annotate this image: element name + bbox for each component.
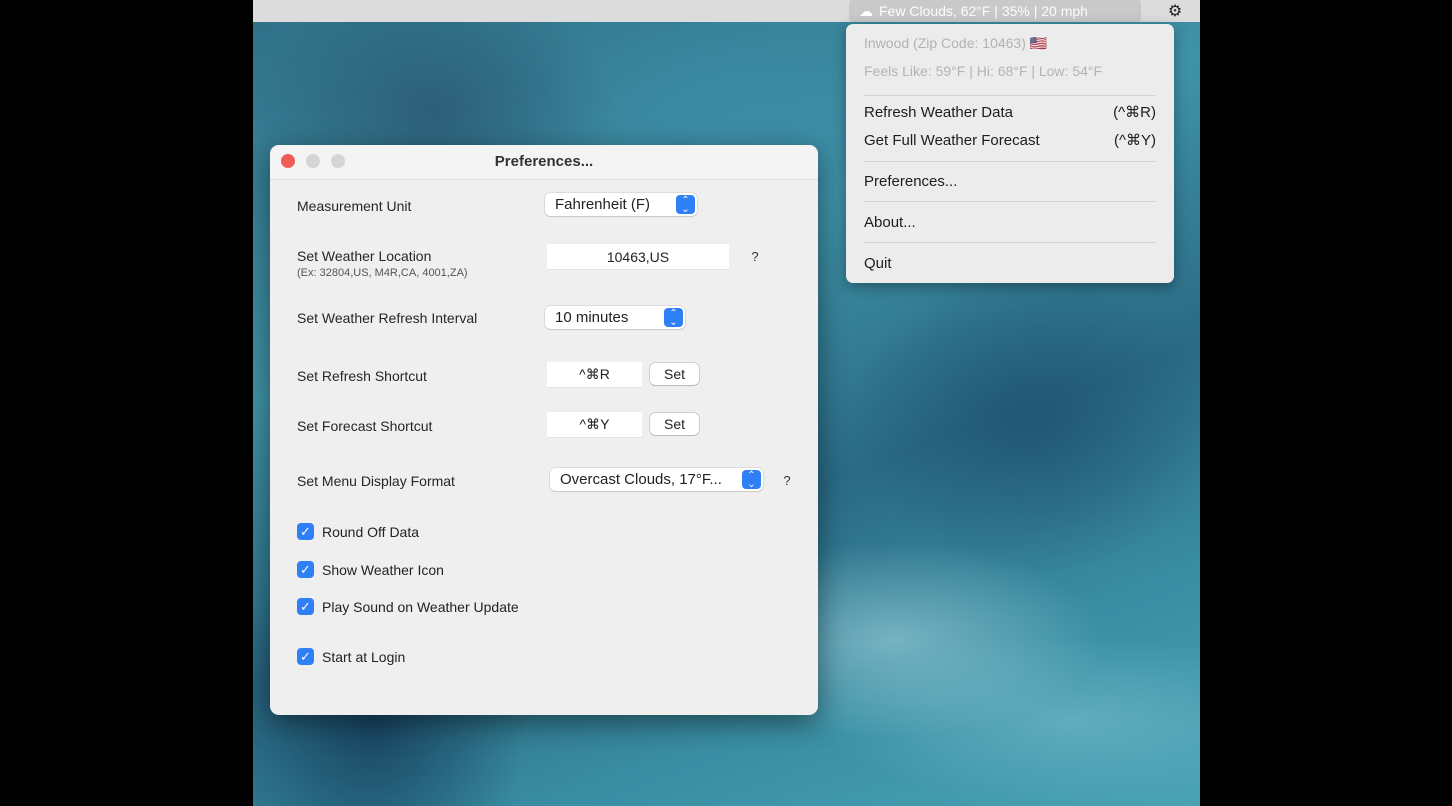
weather-dropdown-menu: Inwood (Zip Code: 10463) 🇺🇸 Feels Like: … — [846, 24, 1174, 283]
show-weather-icon-checkbox-row[interactable]: ✓ Show Weather Icon — [297, 561, 444, 578]
display-format-label: Set Menu Display Format — [297, 473, 455, 489]
menu-details-info: Feels Like: 59°F | Hi: 68°F | Low: 54°F — [864, 60, 1156, 82]
menu-item-shortcut: (^⌘Y) — [1113, 132, 1156, 149]
forecast-shortcut-label: Set Forecast Shortcut — [297, 418, 433, 434]
play-sound-checkbox-row[interactable]: ✓ Play Sound on Weather Update — [297, 598, 519, 615]
menu-item-label: Preferences... — [864, 172, 958, 190]
checkmark-icon[interactable]: ✓ — [297, 648, 314, 665]
menu-item-refresh[interactable]: Refresh Weather Data (^⌘R) — [864, 101, 1156, 123]
forecast-shortcut-value: ^⌘Y — [579, 416, 610, 432]
chevron-updown-icon: ⌃ ⌄ — [664, 308, 683, 327]
preferences-window: Preferences... Measurement Unit Fahrenhe… — [270, 145, 818, 715]
menu-item-label: Refresh Weather Data — [864, 103, 1013, 121]
refresh-shortcut-value: ^⌘R — [579, 366, 610, 382]
refresh-shortcut-label: Set Refresh Shortcut — [297, 368, 427, 384]
refresh-interval-select[interactable]: 10 minutes ⌃ ⌄ — [545, 306, 685, 329]
weather-status-text: Few Clouds, 62°F | 35% | 20 mph — [879, 3, 1088, 19]
measurement-unit-label: Measurement Unit — [297, 198, 412, 214]
menu-separator — [864, 161, 1156, 162]
set-refresh-shortcut-button[interactable]: Set — [650, 363, 699, 385]
measurement-unit-select[interactable]: Fahrenheit (F) ⌃ ⌄ — [545, 193, 697, 216]
weather-location-label: Set Weather Location — [297, 248, 432, 264]
checkmark-icon[interactable]: ✓ — [297, 561, 314, 578]
location-text: Inwood (Zip Code: 10463) 🇺🇸 — [864, 34, 1048, 51]
menu-item-shortcut: (^⌘R) — [1113, 104, 1156, 121]
window-titlebar[interactable]: Preferences... — [270, 145, 818, 180]
chevron-updown-icon: ⌃ ⌄ — [742, 470, 761, 489]
chevron-updown-icon: ⌃ ⌄ — [676, 195, 695, 214]
checkbox-label: Play Sound on Weather Update — [322, 598, 519, 615]
menu-separator — [864, 95, 1156, 96]
menu-separator — [864, 242, 1156, 243]
window-title: Preferences... — [494, 153, 594, 170]
refresh-interval-value: 10 minutes — [555, 309, 629, 326]
refresh-shortcut-field[interactable]: ^⌘R — [547, 362, 642, 388]
display-format-select[interactable]: Overcast Clouds, 17°F... ⌃ ⌄ — [550, 468, 763, 491]
start-at-login-checkbox-row[interactable]: ✓ Start at Login — [297, 648, 405, 665]
weather-location-hint: (Ex: 32804,US, M4R,CA, 4001,ZA) — [297, 267, 468, 279]
format-help-icon[interactable]: ? — [776, 469, 798, 491]
menu-item-preferences[interactable]: Preferences... — [864, 170, 1156, 192]
checkmark-icon[interactable]: ✓ — [297, 598, 314, 615]
menu-item-quit[interactable]: Quit — [864, 252, 1156, 274]
menu-item-label: Get Full Weather Forecast — [864, 131, 1040, 149]
menu-item-label: Quit — [864, 254, 892, 272]
menu-item-forecast[interactable]: Get Full Weather Forecast (^⌘Y) — [864, 129, 1156, 151]
refresh-interval-label: Set Weather Refresh Interval — [297, 310, 478, 326]
checkmark-icon[interactable]: ✓ — [297, 523, 314, 540]
weather-status-item[interactable]: ☁ Few Clouds, 62°F | 35% | 20 mph — [849, 0, 1141, 22]
checkbox-label: Show Weather Icon — [322, 561, 444, 578]
menu-item-about[interactable]: About... — [864, 211, 1156, 233]
location-help-icon[interactable]: ? — [744, 245, 766, 267]
round-off-data-checkbox-row[interactable]: ✓ Round Off Data — [297, 523, 419, 540]
menu-location-info: Inwood (Zip Code: 10463) 🇺🇸 — [864, 32, 1156, 54]
menu-bar: ☁ Few Clouds, 62°F | 35% | 20 mph ⚙ — [253, 0, 1200, 22]
menu-separator — [864, 201, 1156, 202]
checkbox-label: Start at Login — [322, 648, 406, 665]
set-forecast-shortcut-button[interactable]: Set — [650, 413, 699, 435]
menu-item-label: About... — [864, 213, 916, 231]
checkbox-label: Round Off Data — [322, 523, 420, 540]
details-text: Feels Like: 59°F | Hi: 68°F | Low: 54°F — [864, 63, 1103, 79]
display-format-value: Overcast Clouds, 17°F... — [560, 471, 722, 488]
cloud-icon: ☁ — [859, 2, 873, 19]
forecast-shortcut-field[interactable]: ^⌘Y — [547, 412, 642, 438]
weather-location-value: 10463,US — [606, 248, 670, 265]
weather-location-input[interactable]: 10463,US — [547, 244, 729, 270]
gear-icon[interactable]: ⚙ — [1162, 0, 1188, 22]
measurement-unit-value: Fahrenheit (F) — [555, 196, 651, 213]
